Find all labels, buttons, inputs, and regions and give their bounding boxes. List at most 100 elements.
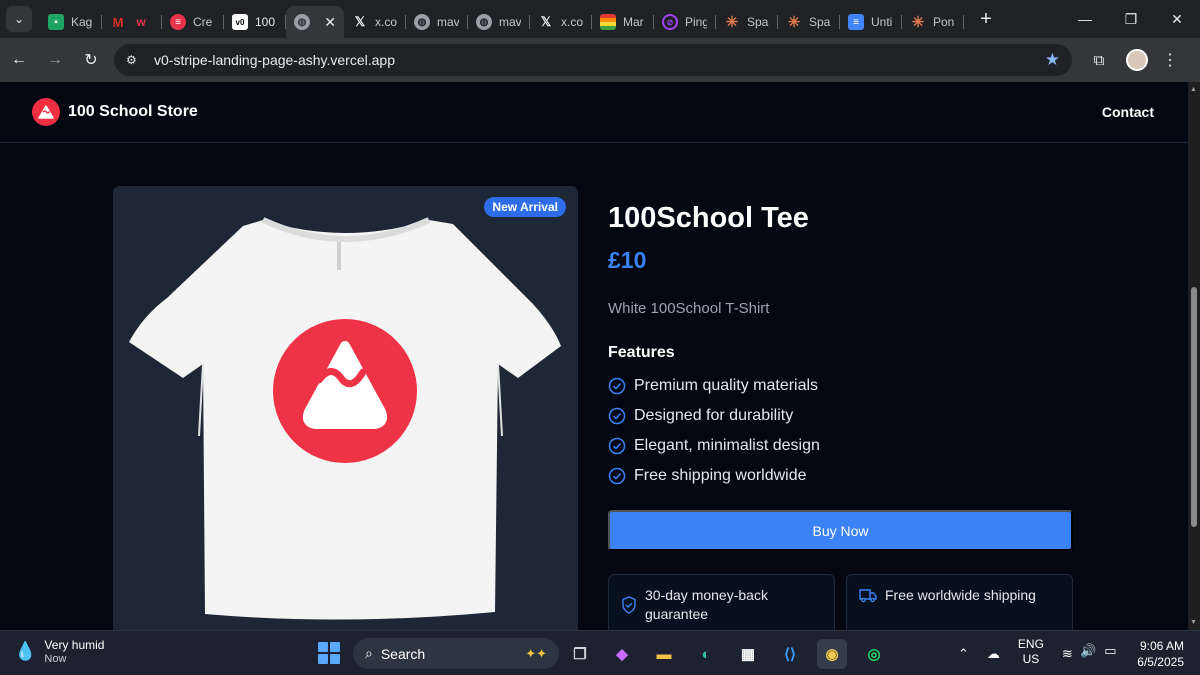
chrome-icon[interactable]: ◉ [817,639,847,669]
browser-tab[interactable]: 𝕏 x.co [344,7,406,37]
browser-tab[interactable]: v0 100 [224,7,286,37]
guarantee-text: 30-day money-back guarantee [645,587,768,622]
chevron-up-icon[interactable]: ⌃ [958,646,969,662]
site-info-icon[interactable]: ⚙ [126,53,146,67]
volume-icon[interactable]: 🔊 [1080,643,1096,659]
browser-tab[interactable]: ⊘ Ping [654,7,716,37]
product-description: White 100School T-Shirt [608,300,770,317]
guarantee-cards: 30-day money-back guarantee Free worldwi… [608,574,1074,630]
browser-tab[interactable]: 𝕏 x.co [530,7,592,37]
minimize-button[interactable]: — [1062,0,1108,38]
weather-title: Very humid [44,638,105,652]
extensions-button[interactable]: ⧉ [1082,43,1116,77]
plus-icon: + [980,7,992,30]
close-icon: ✕ [1171,10,1183,27]
feature-item: Premium quality materials [608,371,1074,401]
new-tab-button[interactable]: + [974,8,998,31]
taskbar: 💧 Very humid Now ⌕ Search ✦✦ ❐ ◆ ▬ ◐ ▦ ⟨… [0,630,1200,675]
browser-tab[interactable]: ◍ mav [406,7,468,37]
bookmark-star-icon[interactable]: ★ [1045,50,1060,70]
browser-tab[interactable]: ≡ Unti [840,7,902,37]
windows-start-icon[interactable] [318,642,340,664]
edge-icon[interactable]: ◐ [691,639,721,669]
rainbow-icon [600,14,616,30]
taskbar-apps: ❐ ◆ ▬ ◐ ▦ ⟨⟩ ◉ ◎ [565,639,889,669]
avatar[interactable] [1126,49,1148,71]
browser-tab-strip: ⌄ ▪ Kag M w ≡ Cre v0 100 ◍ ✕ 𝕏 x.co ◍ ma… [0,0,1200,38]
keyboard-layout: US [1022,652,1040,666]
check-circle-icon [608,407,626,425]
globe-icon: ◍ [414,14,430,30]
search-label: Search [380,645,426,662]
weather-widget[interactable]: 💧 Very humid Now [14,638,104,665]
browser-tab[interactable]: ▪ Kag [40,7,102,37]
vscode-icon[interactable]: ⟨⟩ [775,639,805,669]
features-heading: Features [608,344,675,361]
guarantee-card: Free worldwide shipping [846,574,1073,630]
tab-title: Cre [193,15,213,29]
scrollbar-thumb[interactable] [1191,287,1197,527]
cre-icon: ≡ [170,14,186,30]
task-view-icon[interactable]: ❐ [565,639,595,669]
guarantee-text: Free worldwide shipping [885,587,1036,603]
taskbar-clock[interactable]: 9:06 AM 6/5/2025 [1137,638,1184,670]
reload-button[interactable]: ↻ [74,43,108,77]
spotify-icon[interactable]: ◎ [859,639,889,669]
puzzle-icon: ⧉ [1093,51,1105,69]
restore-icon: ❐ [1124,10,1138,27]
store-icon[interactable]: ▦ [733,639,763,669]
back-button[interactable]: ← [2,43,36,77]
browser-tab-active[interactable]: ◍ ✕ [286,6,344,38]
ping-icon: ⊘ [662,14,678,30]
feature-item: Free shipping worldwide [608,461,1074,491]
buy-now-button[interactable]: Buy Now [608,510,1073,551]
features-list: Premium quality materials Designed for d… [608,371,1074,491]
tshirt-image [129,217,561,620]
minimize-icon: — [1078,11,1092,27]
search-icon: ⌕ [365,645,373,661]
check-circle-icon [608,467,626,485]
x-icon: 𝕏 [540,14,552,29]
language-indicator[interactable]: ENG US [1018,637,1044,667]
new-arrival-badge: New Arrival [484,197,566,217]
wifi-icon[interactable]: ≋ [1062,646,1073,662]
tab-title: mav [499,15,521,29]
forward-button[interactable]: → [38,43,72,77]
copilot-icon[interactable]: ◆ [607,639,637,669]
close-icon[interactable]: ✕ [324,14,336,31]
browser-tab[interactable]: ✳ Spa [716,7,778,37]
close-window-button[interactable]: ✕ [1154,0,1200,38]
web-page: 100 School Store Contact New Arrival 100… [0,82,1188,630]
battery-icon[interactable]: ▭ [1104,643,1116,659]
docs-icon: ≡ [848,14,864,30]
tab-title: Ping [685,15,707,29]
browser-tab[interactable]: ◍ mav [468,7,530,37]
browser-tab[interactable]: M w [102,7,162,37]
restore-button[interactable]: ❐ [1108,0,1154,38]
wix-icon: w [136,15,146,29]
guarantee-card: 30-day money-back guarantee [608,574,835,630]
onedrive-icon[interactable]: ☁ [987,646,1000,662]
browser-tab[interactable]: Mar [592,7,654,37]
mountain-logo-icon[interactable] [32,98,60,126]
system-tray: ⌃ ☁ ENG US ≋ [958,637,1073,667]
page-scrollbar[interactable]: ▲ ▼ [1188,82,1200,630]
check-circle-icon [608,377,626,395]
contact-link[interactable]: Contact [1102,104,1154,120]
browser-tab[interactable]: ✳ Spa [778,7,840,37]
chevron-down-icon: ⌄ [13,12,25,26]
kebab-menu-icon[interactable]: ⋮ [1162,50,1178,70]
browser-tab[interactable]: ≡ Cre [162,7,224,37]
scroll-up-icon[interactable]: ▲ [1190,86,1197,93]
tab-title: Kag [71,15,93,29]
browser-tab[interactable]: ✳ Pon [902,7,964,37]
file-explorer-icon[interactable]: ▬ [649,639,679,669]
url-text[interactable]: v0-stripe-landing-page-ashy.vercel.app [154,52,1045,68]
scroll-down-icon[interactable]: ▼ [1190,619,1197,626]
product-info: 100School Tee £10 White 100School T-Shir… [608,202,1074,630]
taskbar-search[interactable]: ⌕ Search ✦✦ [353,638,559,669]
tab-search-button[interactable]: ⌄ [6,6,32,32]
brand-name[interactable]: 100 School Store [68,103,198,121]
address-bar[interactable]: ⚙ v0-stripe-landing-page-ashy.vercel.app… [114,44,1072,76]
product-price: £10 [608,247,647,273]
